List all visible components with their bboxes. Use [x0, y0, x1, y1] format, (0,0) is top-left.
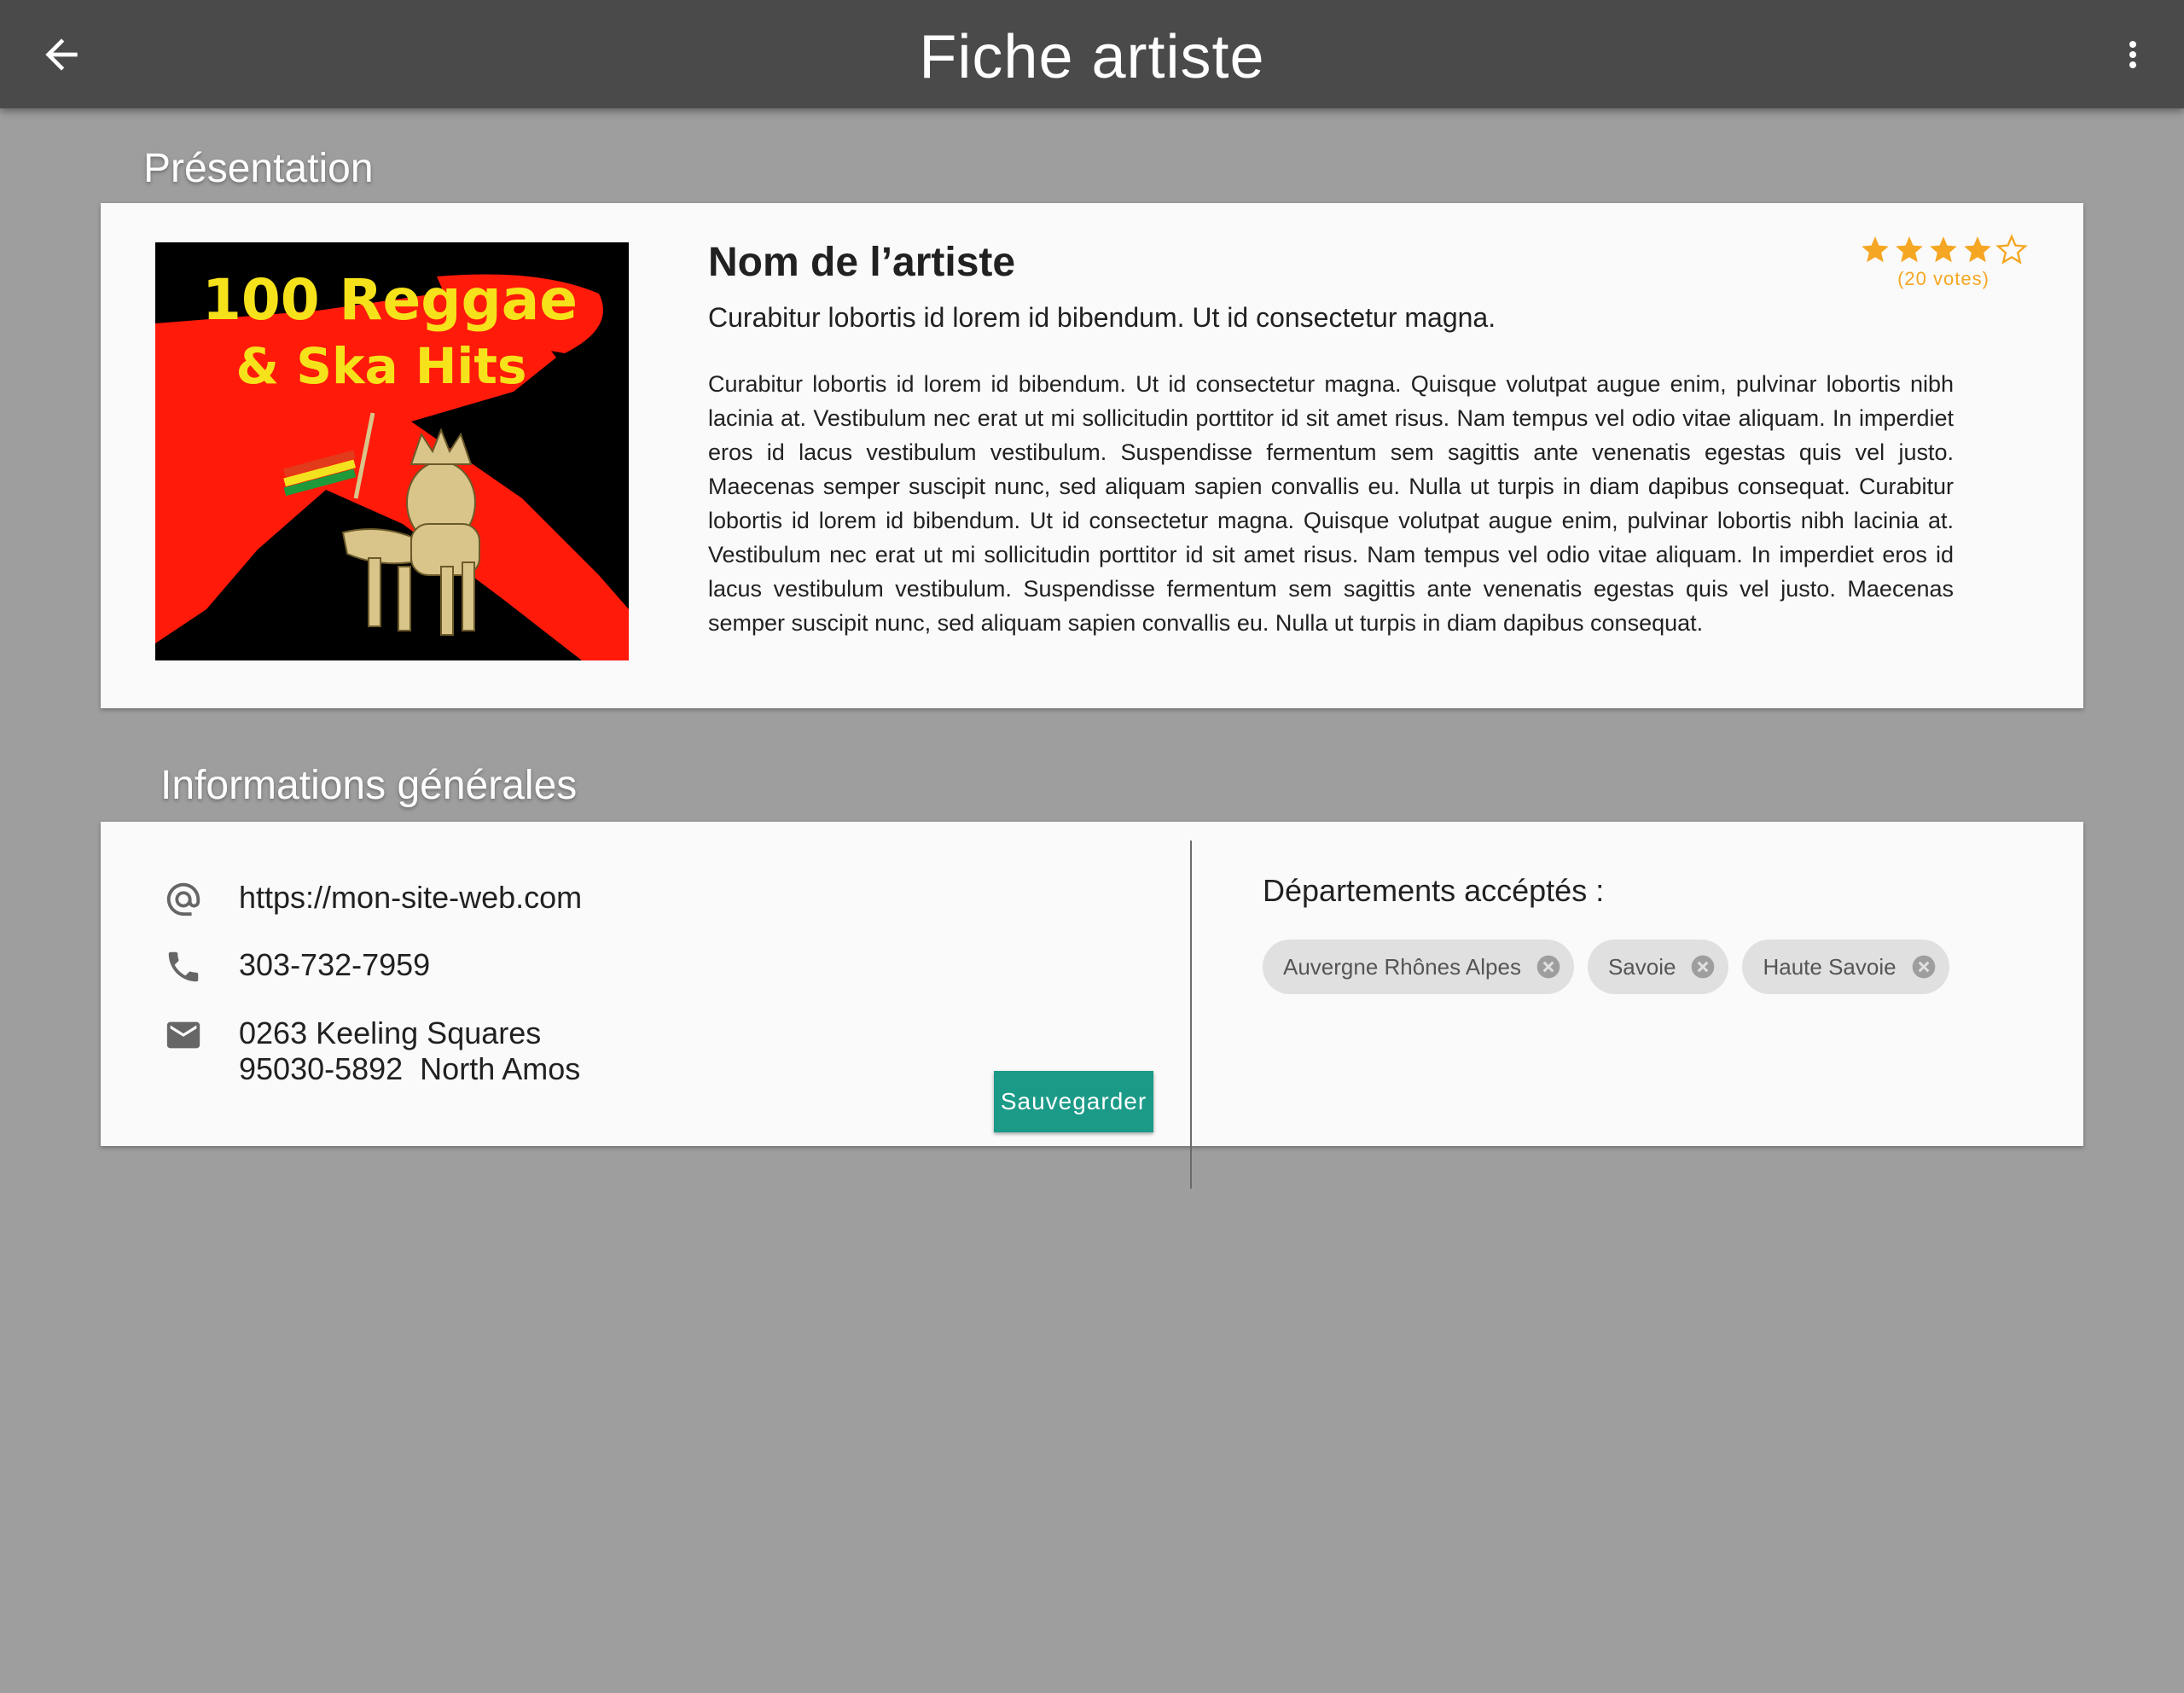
department-chip[interactable]: Auvergne Rhônes Alpes: [1263, 940, 1574, 994]
remove-chip-icon[interactable]: [1535, 953, 1562, 980]
address: 0263 Keeling Squares 95030-5892 North Am…: [239, 1015, 580, 1087]
cover-title-line2: & Ska Hits: [235, 337, 526, 395]
star-filled-icon[interactable]: [1893, 234, 1926, 266]
mail-icon: [166, 1021, 200, 1049]
vertical-divider: [1190, 841, 1192, 1189]
artist-description: Curabitur lobortis id lorem id bibendum.…: [708, 371, 1954, 636]
department-chip-label: Haute Savoie: [1763, 953, 1896, 980]
star-filled-icon[interactable]: [1927, 234, 1960, 266]
departments-chips: Auvergne Rhônes Alpes Savoie Haute Savoie: [1263, 940, 1949, 994]
department-chip[interactable]: Haute Savoie: [1742, 940, 1949, 994]
star-filled-icon[interactable]: [1859, 234, 1891, 266]
remove-chip-icon[interactable]: [1910, 953, 1937, 980]
department-chip-label: Auvergne Rhônes Alpes: [1283, 953, 1521, 980]
website-link[interactable]: https://mon-site-web.com: [239, 880, 582, 916]
address-line1: 0263 Keeling Squares: [239, 1015, 542, 1050]
address-line2: 95030-5892 North Amos: [239, 1051, 581, 1086]
website-row: https://mon-site-web.com: [164, 880, 582, 919]
artist-tagline: Curabitur lobortis id lorem id bibendum.…: [708, 302, 1496, 333]
phone-number[interactable]: 303-732-7959: [239, 947, 430, 983]
artist-name: Nom de l’artiste: [708, 240, 1016, 285]
phone-icon: [168, 951, 199, 982]
remove-chip-icon[interactable]: [1689, 953, 1716, 980]
page-title: Fiche artiste: [919, 23, 1265, 91]
cover-title-line1: 100 Reggae: [202, 267, 578, 333]
department-chip[interactable]: Savoie: [1587, 940, 1729, 994]
rating[interactable]: (20 votes): [1858, 234, 2029, 290]
phone-row: 303-732-7959: [164, 947, 430, 986]
section-title-informations: Informations générales: [160, 763, 578, 808]
star-empty-icon[interactable]: [1995, 234, 2028, 266]
at-sign-icon: [166, 882, 200, 916]
artist-cover-image: 100 Reggae & Ska Hits: [155, 242, 629, 660]
save-button[interactable]: Sauvegarder: [994, 1071, 1153, 1132]
app-bar: Fiche artiste: [0, 0, 2184, 108]
more-vert-icon[interactable]: [2112, 31, 2153, 79]
info-card: https://mon-site-web.com 303-732-7959 02…: [101, 822, 2083, 1189]
address-row: 0263 Keeling Squares 95030-5892 North Am…: [164, 1015, 580, 1087]
departments-label: Départements accéptés :: [1263, 873, 1605, 908]
rating-stars[interactable]: [1858, 234, 2029, 266]
star-filled-icon[interactable]: [1961, 234, 1994, 266]
rating-votes: (20 votes): [1897, 268, 1989, 289]
section-title-presentation: Présentation: [143, 146, 374, 191]
presentation-card: 100 Reggae & Ska Hits Nom de l’artiste C…: [101, 203, 2083, 708]
department-chip-label: Savoie: [1607, 953, 1676, 980]
